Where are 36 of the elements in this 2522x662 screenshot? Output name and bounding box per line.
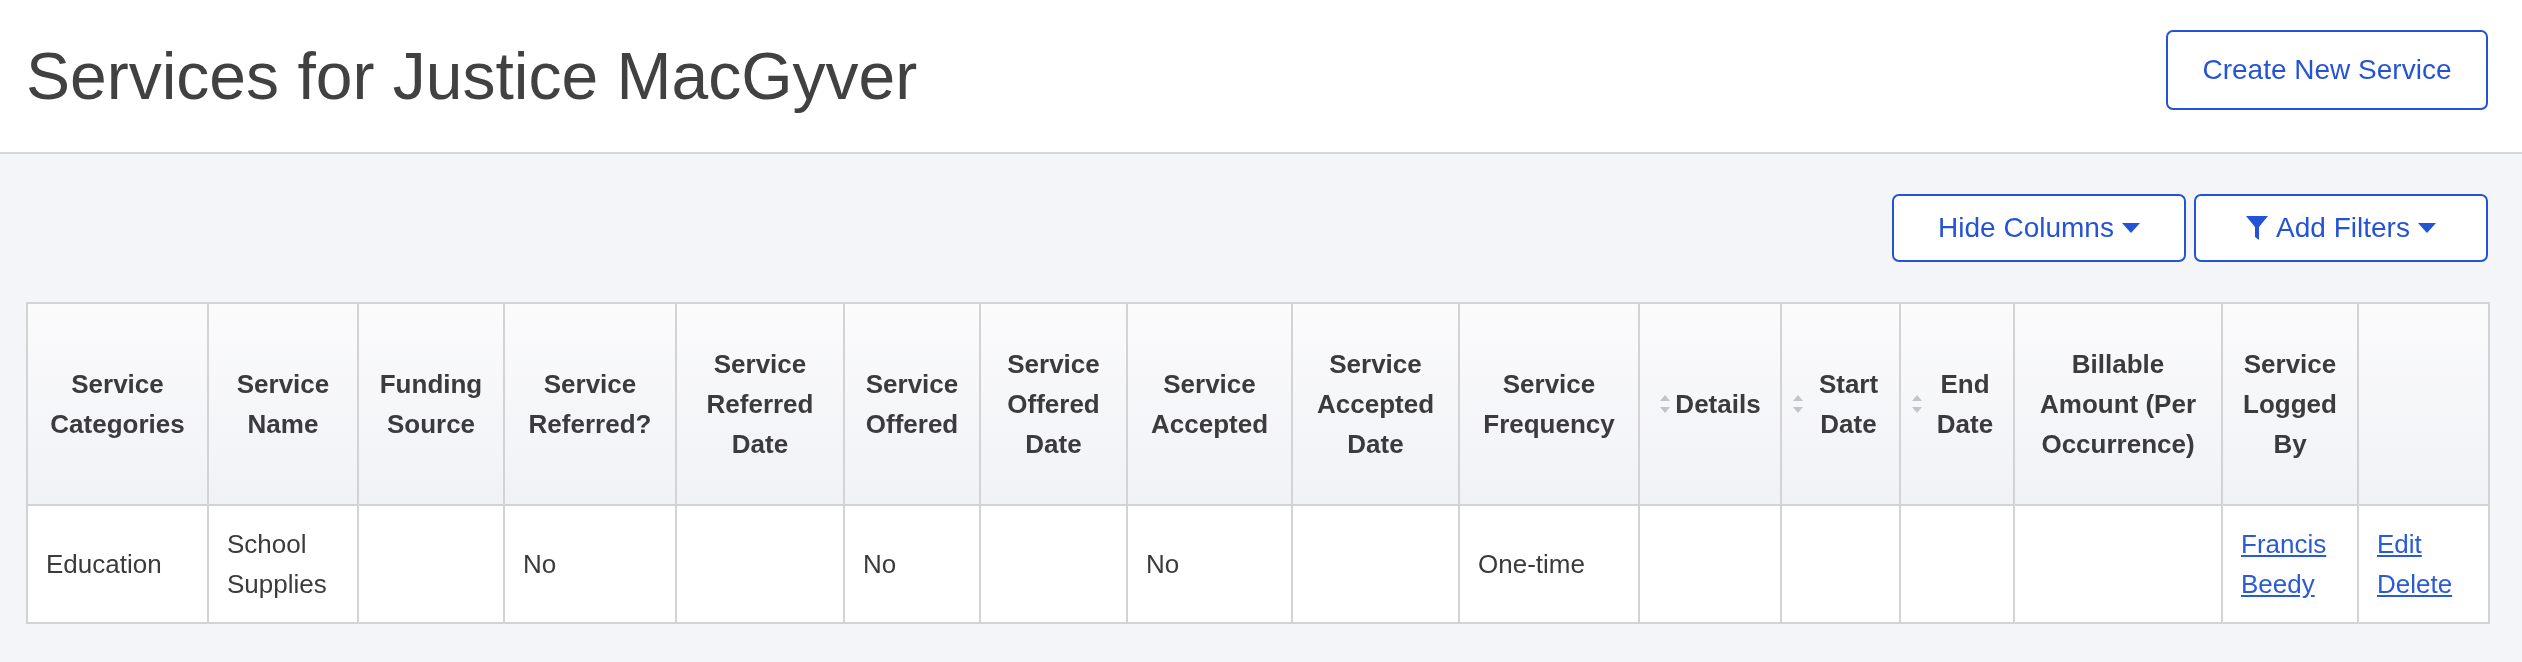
hide-columns-button[interactable]: Hide Columns: [1892, 194, 2186, 262]
caret-icon: [2121, 223, 2140, 233]
sort-icon: [1911, 394, 1923, 414]
column-label: Service Categories: [49, 368, 186, 441]
column-label: Service Logged By: [2242, 348, 2338, 461]
column-header[interactable]: Details: [1639, 303, 1781, 505]
sort-icon: [1792, 394, 1804, 414]
table-link[interactable]: Edit: [2377, 524, 2422, 564]
caret-icon: [2417, 223, 2436, 233]
column-label: Service Referred?: [527, 368, 653, 441]
column-label: Service Name: [235, 368, 331, 441]
column-label: Service Referred Date: [705, 348, 815, 461]
column-label: Funding Source: [378, 368, 484, 441]
sort-icon: [1659, 394, 1672, 414]
column-label: Service Accepted Date: [1315, 348, 1435, 461]
column-label: End Date: [1935, 368, 1995, 441]
column-label: Billable Amount (Per Occurrence): [2039, 348, 2197, 461]
column-label: Details: [1675, 388, 1761, 421]
add-filters-button[interactable]: Add Filters: [2194, 194, 2488, 262]
column-label: Start Date: [1817, 368, 1880, 441]
column-header[interactable]: Start Date: [1781, 303, 1900, 505]
column-header[interactable]: End Date: [1900, 303, 2014, 505]
column-label: Service Offered Date: [1006, 348, 1101, 461]
page-title: Services for Justice MacGyver: [26, 38, 918, 114]
table-cell: No: [844, 505, 980, 623]
filter-icon: [2246, 214, 2269, 242]
table-cell: School Supplies: [208, 505, 358, 623]
column-label: Service Frequency: [1482, 368, 1616, 441]
column-label: Service Offered: [864, 368, 960, 441]
create-service-button[interactable]: Create New Service: [2166, 30, 2488, 110]
table-cell: Education: [27, 505, 208, 623]
table-cell: No: [1127, 505, 1292, 623]
column-label: Service Accepted: [1149, 368, 1269, 441]
table-cell: One-time: [1459, 505, 1639, 623]
table-cell: No: [504, 505, 676, 623]
table-link[interactable]: Delete: [2377, 564, 2453, 604]
